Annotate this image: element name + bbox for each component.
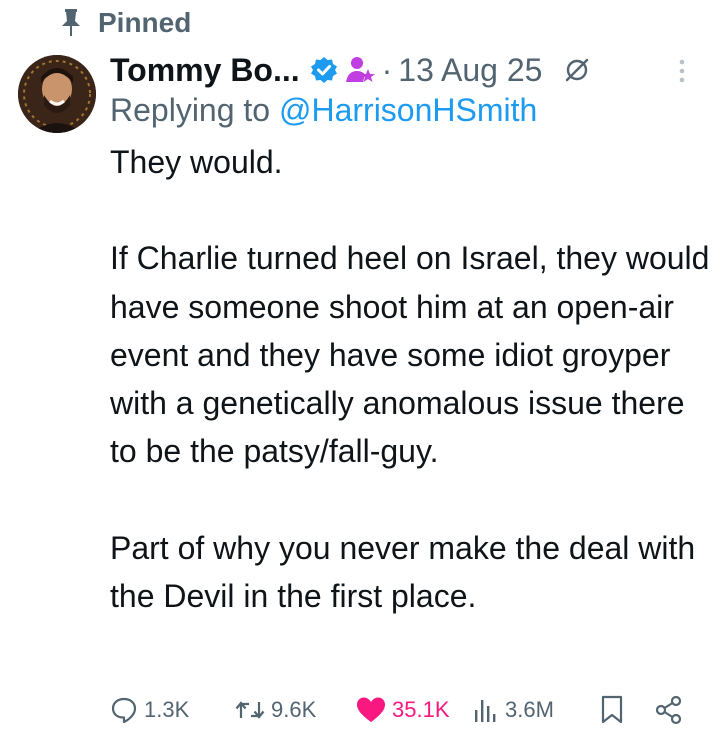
reply-handle-link[interactable]: @HarrisonHSmith: [279, 92, 537, 128]
person-star-icon[interactable]: [345, 55, 376, 85]
replying-to-label: Replying to: [110, 92, 279, 128]
bookmark-icon: [600, 695, 624, 725]
pin-icon: [60, 9, 82, 37]
reply-button[interactable]: 1.3K: [110, 690, 189, 730]
timestamp[interactable]: 13 Aug 25: [398, 52, 542, 89]
avatar[interactable]: [18, 55, 96, 133]
share-icon: [654, 695, 684, 725]
reply-count: 1.3K: [144, 697, 190, 722]
tweet-actions: 1.3K 9.6K 35.1K 3.6M: [0, 690, 720, 730]
heart-icon: [356, 696, 386, 724]
reply-icon: [110, 696, 138, 724]
author-name[interactable]: Tommy Bo...: [110, 52, 300, 89]
repost-button[interactable]: 9.6K: [235, 690, 316, 730]
repost-icon: [235, 696, 265, 724]
view-count: 3.6M: [505, 697, 554, 722]
grok-icon[interactable]: [564, 57, 590, 83]
repost-count: 9.6K: [271, 697, 317, 722]
tweet-text: They would. If Charlie turned heel on Is…: [110, 144, 710, 614]
views-button[interactable]: 3.6M: [473, 690, 554, 730]
pinned-label: Pinned: [98, 7, 192, 38]
tweet-header: Tommy Bo... · 13 Aug 25: [110, 46, 710, 94]
pinned-indicator: Pinned: [60, 6, 191, 40]
analytics-icon: [473, 696, 499, 724]
share-button[interactable]: [654, 690, 684, 730]
bookmark-button[interactable]: [600, 690, 624, 730]
verified-badge-icon[interactable]: [310, 56, 338, 84]
like-count: 35.1K: [392, 697, 450, 722]
separator-dot: ·: [381, 51, 393, 88]
more-options-icon[interactable]: [678, 58, 686, 84]
replying-to: Replying to @HarrisonHSmith: [110, 92, 537, 129]
like-button[interactable]: 35.1K: [356, 690, 450, 730]
